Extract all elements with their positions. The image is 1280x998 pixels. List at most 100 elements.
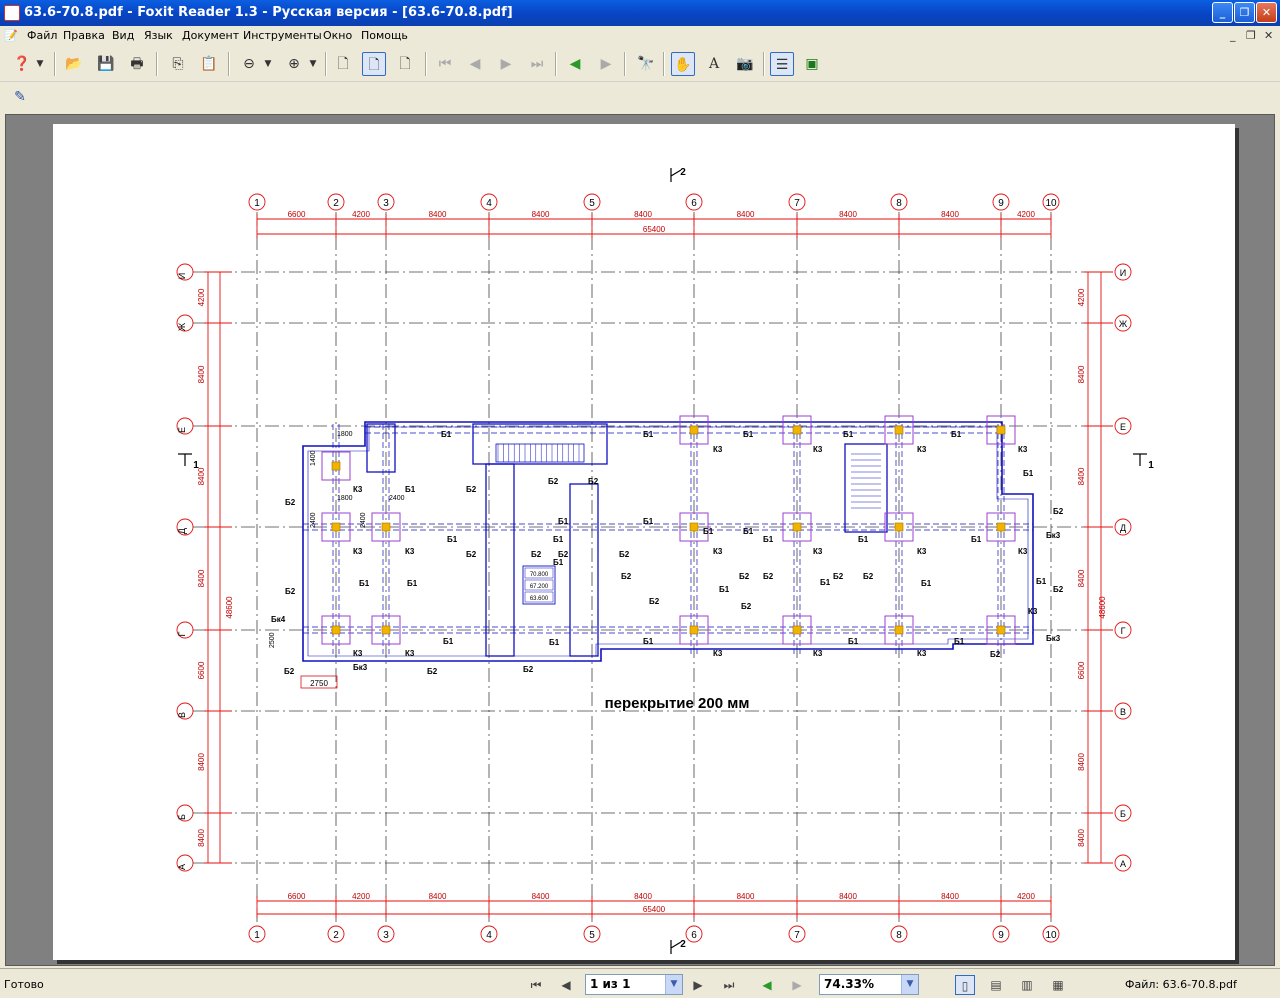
local-dimension-label: 2500	[269, 632, 276, 648]
beam-label: Б2	[588, 477, 599, 486]
status-single-page-icon[interactable]: ▯	[955, 975, 975, 995]
grid-bubble-label: 5	[589, 198, 595, 209]
page-dropdown-icon[interactable]: ▼	[665, 975, 682, 994]
dimension-total-label: 48600	[225, 596, 234, 619]
document-viewport[interactable]: 1 2 3 4 5 6 7 8 9 10 1 2 3 4 5 6 7 8 9 10 И Ж Е Д Г В Б А И Ж Е Д Г В Б А 66…	[5, 114, 1275, 966]
beam-label: Б2	[619, 550, 630, 559]
core-wall	[366, 423, 396, 473]
grid-bubble-label: Ж	[177, 322, 187, 331]
beam-label: Б2	[763, 572, 774, 581]
status-continuous-facing-icon[interactable]: ▦	[1048, 975, 1068, 995]
status-facing-icon[interactable]: ▥	[1017, 975, 1037, 995]
text-select-icon[interactable]: A	[702, 52, 726, 76]
continuous-page-icon[interactable]: 🗋	[362, 52, 386, 76]
column-core	[331, 461, 341, 471]
beam-label: К3	[813, 547, 823, 556]
prev-page-icon[interactable]: ◀	[463, 52, 487, 76]
beam-label: Б2	[649, 597, 660, 606]
dimension-label: 8400	[197, 753, 206, 771]
beam-label: Б2	[990, 650, 1001, 659]
help-dropdown-icon[interactable]: ▼	[34, 52, 46, 76]
beam-label: Б2	[558, 550, 569, 559]
menu-edit[interactable]: Правка	[63, 29, 105, 42]
single-page-icon[interactable]: 🗋	[331, 52, 355, 76]
beam-label: Б1	[553, 535, 564, 544]
doc-minimize-icon[interactable]: _	[1230, 29, 1236, 42]
zoom-in-dropdown-icon[interactable]: ▼	[307, 52, 319, 76]
status-prev-page-icon[interactable]: ◀	[556, 975, 576, 995]
beam-label: К3	[1028, 607, 1038, 616]
page-number-field[interactable]: 1 из 1 ▼	[585, 974, 683, 995]
beam-label: Б2	[1053, 507, 1064, 516]
dimension-label: 8400	[429, 892, 447, 901]
zoom-dropdown-icon[interactable]: ▼	[901, 975, 918, 994]
window-title: 63.6-70.8.pdf - Foxit Reader 1.3 - Русск…	[24, 5, 513, 20]
status-bar: Готово ⏮ ◀ 1 из 1 ▼ ▶ ⏭ ◀ ▶ 74.33% ▼ ▯ ▤…	[0, 968, 1280, 998]
maximize-button[interactable]: ❐	[1234, 2, 1255, 23]
grid-bubble-label: Д	[177, 528, 187, 534]
status-continuous-icon[interactable]: ▤	[986, 975, 1006, 995]
save-icon[interactable]: 💾	[94, 52, 118, 76]
local-dimension-label: 1400	[310, 450, 317, 466]
open-icon[interactable]: 📂	[62, 52, 86, 76]
doc-close-icon[interactable]: ✕	[1264, 29, 1273, 42]
close-button[interactable]: ✕	[1256, 2, 1277, 23]
zoom-out-icon[interactable]: ⊖	[237, 52, 261, 76]
print-icon[interactable]: 🖶	[125, 52, 149, 76]
next-page-icon[interactable]: ▶	[494, 52, 518, 76]
status-last-page-icon[interactable]: ⏭	[719, 975, 739, 995]
document-icon[interactable]: 📝	[4, 29, 22, 43]
first-page-icon[interactable]: ⏮	[433, 52, 457, 76]
beam-label: К3	[813, 649, 823, 658]
grid-bubble-label: 9	[998, 930, 1004, 941]
menu-file[interactable]: Файл	[27, 29, 57, 42]
last-page-icon[interactable]: ⏭	[525, 52, 549, 76]
status-first-page-icon[interactable]: ⏮	[526, 975, 546, 995]
column-core	[792, 522, 802, 532]
menu-view[interactable]: Вид	[112, 29, 134, 42]
minimize-button[interactable]: _	[1212, 2, 1233, 23]
thumbnails-icon[interactable]: ▣	[800, 52, 824, 76]
forward-icon[interactable]: ▶	[594, 52, 618, 76]
copy-icon[interactable]: ⎘	[166, 52, 190, 76]
menu-tools[interactable]: Инструменты	[243, 29, 322, 42]
menu-document[interactable]: Документ	[182, 29, 239, 42]
beam-label: Б1	[971, 535, 982, 544]
zoom-field[interactable]: 74.33% ▼	[819, 974, 919, 995]
snapshot-icon[interactable]: 📷	[733, 52, 757, 76]
dimension-total-label: 65400	[643, 225, 666, 234]
dimension-label: 8400	[941, 892, 959, 901]
beam-label: Б1	[643, 517, 654, 526]
beam-label: К3	[1018, 445, 1028, 454]
status-forward-icon[interactable]: ▶	[787, 975, 807, 995]
menu-language[interactable]: Язык	[144, 29, 173, 42]
find-icon[interactable]: 🔭	[634, 52, 658, 76]
facing-page-icon[interactable]: 🗋	[393, 52, 417, 76]
grid-bubble-label: В	[1120, 707, 1126, 717]
menu-help[interactable]: Помощь	[361, 29, 408, 42]
grid-bubble-label: 3	[383, 198, 389, 209]
back-icon[interactable]: ◀	[563, 52, 587, 76]
dimension-total-label: 65400	[643, 905, 666, 914]
hand-tool-icon[interactable]: ✋	[671, 52, 695, 76]
grid-bubble-label: Е	[177, 427, 187, 433]
menu-window[interactable]: Окно	[323, 29, 352, 42]
zoom-in-icon[interactable]: ⊕	[282, 52, 306, 76]
beam-label: Б1	[549, 638, 560, 647]
status-next-page-icon[interactable]: ▶	[688, 975, 708, 995]
local-dimension-label: 2400	[310, 512, 317, 528]
beam-label: Б1	[1023, 469, 1034, 478]
status-back-icon[interactable]: ◀	[757, 975, 777, 995]
zoom-out-dropdown-icon[interactable]: ▼	[262, 52, 274, 76]
beam-label: Б2	[548, 477, 559, 486]
dimension-label: 8400	[532, 892, 550, 901]
slab-outline-inner	[307, 426, 1029, 657]
beam-label: К3	[1018, 547, 1028, 556]
beam-label: К3	[353, 547, 363, 556]
annotation-tool-icon[interactable]: ✎	[8, 85, 32, 109]
paste-icon[interactable]: 📋	[197, 52, 221, 76]
bookmarks-icon[interactable]: ☰	[770, 52, 794, 76]
doc-restore-icon[interactable]: ❐	[1246, 29, 1256, 42]
dimension-label: 8400	[839, 210, 857, 219]
help-icon[interactable]: ❓	[10, 52, 34, 76]
